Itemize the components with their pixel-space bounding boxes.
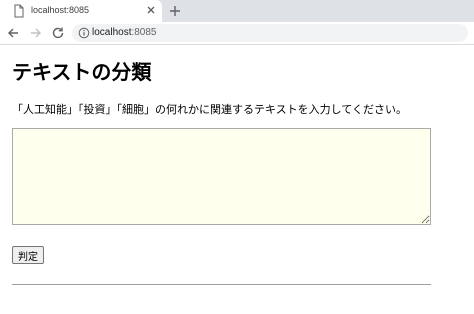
url-text: localhost:8085 [92, 27, 157, 38]
page-icon [14, 4, 24, 18]
url-port: :8085 [131, 27, 157, 38]
info-icon[interactable] [78, 27, 90, 39]
tab-title: localhost:8085 [31, 5, 90, 15]
instruction-text: 「人工知能」「投資」「細胞」の何れかに関連するテキストを入力してください。 [12, 103, 408, 116]
address-bar[interactable]: localhost:8085 [72, 24, 468, 42]
forward-arrow-icon[interactable] [29, 26, 43, 40]
browser-tab[interactable]: localhost:8085 [0, 0, 162, 22]
browser-tab-strip: localhost:8085 [0, 0, 474, 22]
browser-toolbar: localhost:8085 [0, 22, 474, 45]
text-input[interactable] [12, 128, 431, 225]
page-title: テキストの分類 [12, 60, 152, 84]
back-arrow-icon[interactable] [6, 26, 20, 40]
divider [12, 284, 431, 285]
submit-button[interactable]: 判定 [12, 246, 44, 264]
close-icon[interactable] [145, 4, 157, 16]
reload-icon[interactable] [51, 26, 65, 40]
url-host: localhost [92, 27, 132, 38]
new-tab-plus-icon[interactable] [168, 4, 182, 18]
